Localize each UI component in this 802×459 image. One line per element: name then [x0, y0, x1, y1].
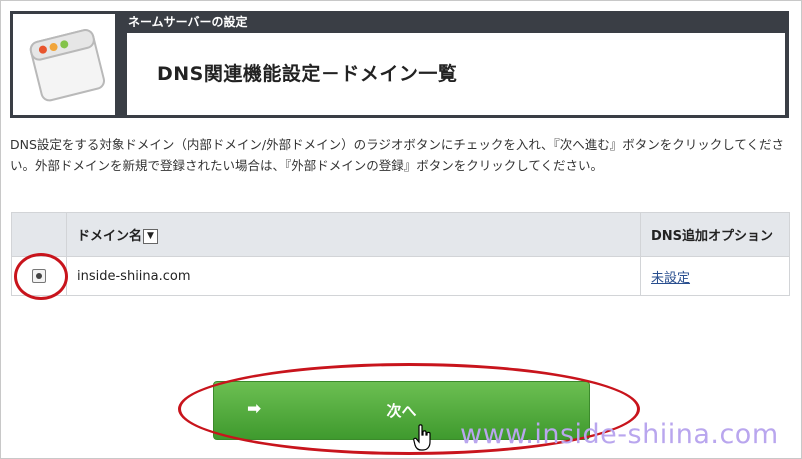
- dns-option-cell: 未設定: [640, 256, 790, 296]
- domain-table: ドメイン名 ▼ DNS追加オプション inside-shiina.com 未設定: [11, 212, 790, 296]
- next-button-label: 次へ: [386, 402, 417, 420]
- dns-option-link[interactable]: 未設定: [651, 271, 690, 286]
- domain-column-header: ドメイン名 ▼: [66, 212, 641, 257]
- page-title-panel: DNS関連機能設定－ドメイン一覧: [127, 33, 785, 115]
- table-header-row: ドメイン名 ▼ DNS追加オプション: [11, 212, 790, 257]
- page-title: DNS関連機能設定－ドメイン一覧: [157, 63, 458, 85]
- domain-column-label: ドメイン名: [77, 229, 143, 244]
- section-title: ネームサーバーの設定: [128, 15, 248, 29]
- page-header: ネームサーバーの設定 DNS関連機能設定－ドメイン一覧: [10, 11, 789, 118]
- instruction-text: DNS設定をする対象ドメイン（内部ドメイン/外部ドメイン）のラジオボタンにチェッ…: [10, 137, 784, 173]
- radio-header-cell: [11, 212, 67, 257]
- sort-icon[interactable]: ▼: [143, 229, 159, 244]
- browser-window-icon: [13, 14, 115, 115]
- dns-option-column-header: DNS追加オプション: [640, 212, 790, 257]
- hand-cursor-icon: [413, 424, 431, 451]
- domain-name-cell: inside-shiina.com: [66, 256, 641, 296]
- radio-cell: [11, 256, 67, 296]
- table-row: inside-shiina.com 未設定: [11, 256, 790, 296]
- watermark: www.inside-shiina.com: [460, 419, 779, 450]
- domain-radio-button[interactable]: [32, 269, 46, 283]
